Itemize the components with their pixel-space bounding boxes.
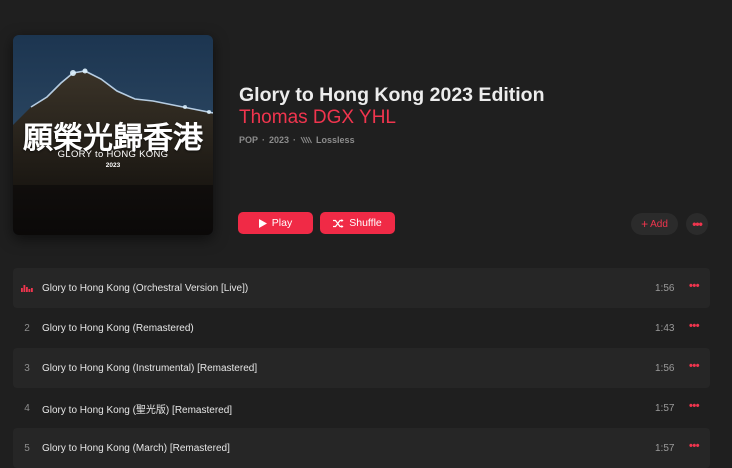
shuffle-button-label: Shuffle — [349, 217, 382, 229]
shuffle-button[interactable]: Shuffle — [320, 212, 395, 234]
track-row[interactable]: 2 Glory to Hong Kong (Remastered) 1:43 •… — [13, 308, 710, 348]
album-artist-link[interactable]: Thomas DGX YHL — [239, 107, 396, 129]
track-row[interactable]: Glory to Hong Kong (Orchestral Version [… — [13, 268, 710, 308]
track-duration: 1:43 — [655, 322, 675, 334]
track-row[interactable]: 4 Glory to Hong Kong (聖光版) [Remastered] … — [13, 388, 710, 428]
track-number: 4 — [24, 402, 30, 414]
album-genre: POP — [239, 135, 259, 145]
more-options-button[interactable]: ••• — [686, 213, 708, 235]
plus-icon: + — [641, 217, 649, 231]
add-to-library-button[interactable]: + Add — [631, 213, 678, 235]
play-button[interactable]: Play — [238, 212, 313, 234]
track-row[interactable]: 5 Glory to Hong Kong (March) [Remastered… — [13, 428, 710, 468]
meta-separator: · — [262, 135, 266, 145]
meta-separator: · — [293, 135, 297, 145]
lossless-icon — [300, 136, 312, 144]
track-duration: 1:57 — [655, 402, 675, 414]
album-artwork[interactable]: 願榮光歸香港 GLORY to HONG KONG 2023 — [13, 35, 213, 235]
add-button-label: Add — [650, 218, 668, 230]
album-title: Glory to Hong Kong 2023 Edition — [239, 84, 545, 106]
track-row[interactable]: 3 Glory to Hong Kong (Instrumental) [Rem… — [13, 348, 710, 388]
ellipsis-icon: ••• — [692, 217, 703, 231]
track-title: Glory to Hong Kong (Orchestral Version [… — [42, 282, 249, 294]
track-more-button[interactable]: ••• — [689, 440, 700, 452]
track-number: 2 — [24, 322, 30, 334]
track-title: Glory to Hong Kong (Instrumental) [Remas… — [42, 362, 258, 374]
now-playing-icon — [13, 284, 41, 292]
artwork-subtitle-text: GLORY to HONG KONG — [57, 149, 169, 160]
track-title: Glory to Hong Kong (Remastered) — [42, 322, 194, 334]
track-list: Glory to Hong Kong (Orchestral Version [… — [13, 268, 710, 468]
artwork-year-text: 2023 — [105, 162, 121, 169]
play-button-label: Play — [271, 217, 293, 229]
play-icon — [258, 218, 267, 228]
track-more-button[interactable]: ••• — [689, 320, 700, 332]
album-meta: POP · 2023 · Lossless — [239, 135, 355, 145]
track-number: 3 — [24, 362, 30, 374]
track-more-button[interactable]: ••• — [689, 360, 700, 372]
shuffle-icon — [333, 218, 344, 228]
track-more-button[interactable]: ••• — [689, 400, 700, 412]
album-quality: Lossless — [316, 135, 355, 145]
track-more-button[interactable]: ••• — [689, 280, 700, 292]
track-duration: 1:56 — [655, 282, 675, 294]
album-year: 2023 — [269, 135, 290, 145]
track-duration: 1:56 — [655, 362, 675, 374]
track-title: Glory to Hong Kong (聖光版) [Remastered] — [42, 404, 233, 416]
